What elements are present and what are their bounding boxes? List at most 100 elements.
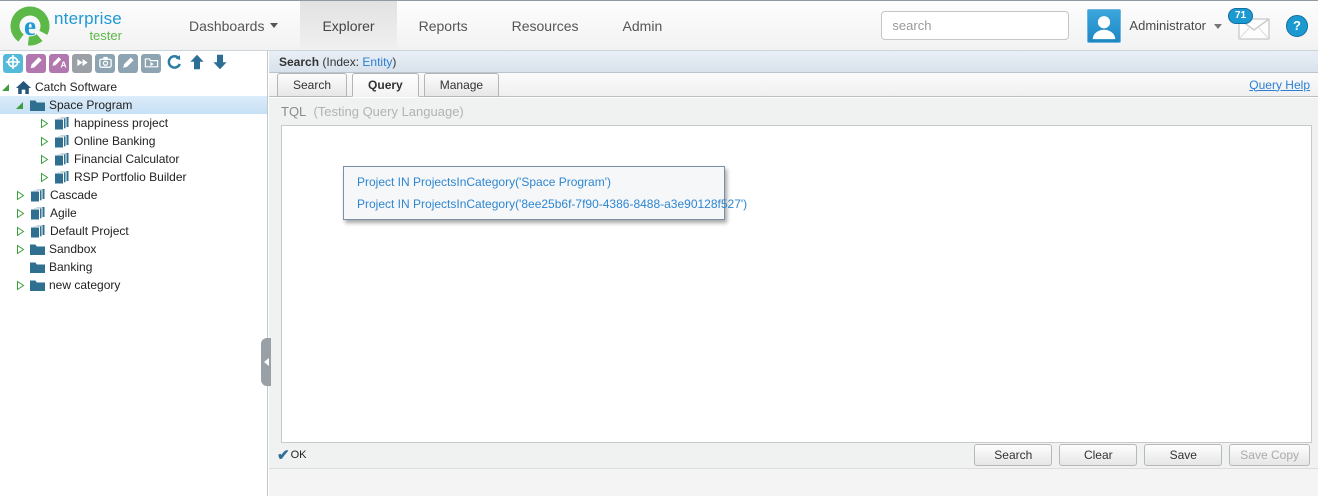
nav-item-reports[interactable]: Reports — [397, 1, 490, 50]
index-entity-link[interactable]: Entity — [362, 55, 392, 69]
pencil-icon — [29, 55, 44, 73]
nav-item-explorer[interactable]: Explorer — [300, 1, 396, 50]
collapsed-arrow-icon[interactable] — [16, 226, 27, 237]
tree-item-catch-software[interactable]: Catch Software — [0, 78, 267, 96]
move-up-button[interactable] — [187, 54, 207, 73]
logo-text: nterprise tester — [54, 10, 122, 42]
play-folder-icon — [144, 55, 159, 73]
collapsed-arrow-icon[interactable] — [40, 136, 51, 147]
collapsed-arrow-icon[interactable] — [16, 190, 27, 201]
tree-item-default-project[interactable]: Default Project — [0, 222, 267, 240]
search-input[interactable] — [881, 11, 1069, 40]
sidebar-collapse-handle[interactable] — [261, 338, 271, 386]
tree-item-label: RSP Portfolio Builder — [74, 168, 187, 186]
nav-label: Explorer — [322, 18, 374, 34]
panel-header: Search (Index: Entity) — [269, 51, 1318, 73]
rename-button[interactable]: A — [49, 54, 69, 73]
tree-item-rsp-portfolio-builder[interactable]: RSP Portfolio Builder — [0, 168, 267, 186]
tree-item-cascade[interactable]: Cascade — [0, 186, 267, 204]
logo-ring-icon: e — [8, 4, 52, 48]
camera-icon — [98, 55, 113, 73]
svg-text:A: A — [60, 59, 66, 69]
tree-item-banking[interactable]: Banking — [0, 258, 267, 276]
nav-item-admin[interactable]: Admin — [601, 1, 685, 50]
save-button[interactable]: Save — [1144, 444, 1222, 466]
main-panel: Search (Index: Entity) Search Query Mana… — [269, 51, 1318, 496]
collapsed-arrow-icon[interactable] — [16, 208, 27, 219]
tree-indent-spacer — [16, 262, 27, 273]
tree-toolbar: A — [0, 51, 267, 76]
edit-box-icon — [121, 55, 136, 73]
category-icon — [30, 261, 45, 273]
edit-box-button[interactable] — [118, 54, 138, 73]
nav-label: Dashboards — [189, 18, 265, 34]
check-icon: ✔ — [277, 446, 290, 464]
tree-item-label: Financial Calculator — [74, 150, 179, 168]
snapshot-button[interactable] — [95, 54, 115, 73]
person-icon — [1088, 10, 1120, 42]
refresh-icon — [166, 54, 183, 74]
project-icon — [54, 170, 70, 185]
refresh-button[interactable] — [164, 54, 184, 73]
project-icon — [30, 224, 46, 239]
tree-item-new-category[interactable]: new category — [0, 276, 267, 294]
move-down-button[interactable] — [210, 54, 230, 73]
svg-text:e: e — [24, 11, 36, 41]
query-help-link[interactable]: Query Help — [1249, 78, 1318, 92]
tab-manage[interactable]: Manage — [424, 73, 499, 97]
tree-item-happiness-project[interactable]: happiness project — [0, 114, 267, 132]
collapsed-arrow-icon[interactable] — [16, 280, 27, 291]
top-nav-bar: e nterprise tester Dashboards Explorer R… — [0, 1, 1318, 51]
expanded-arrow-icon[interactable] — [2, 82, 13, 93]
run-folder-button[interactable] — [141, 54, 161, 73]
tree-item-financial-calculator[interactable]: Financial Calculator — [0, 150, 267, 168]
chevron-down-icon — [270, 23, 278, 28]
tree-item-label: Cascade — [50, 186, 97, 204]
notification-badge: 71 — [1228, 8, 1253, 24]
tree-item-label: Banking — [49, 258, 92, 276]
edit-button[interactable] — [26, 54, 46, 73]
collapsed-arrow-icon[interactable] — [40, 172, 51, 183]
panel-title: Search — [279, 55, 319, 69]
autocomplete-item[interactable]: Project IN ProjectsInCategory('Space Pro… — [344, 171, 724, 193]
project-icon — [54, 152, 70, 167]
tree-item-online-banking[interactable]: Online Banking — [0, 132, 267, 150]
project-icon — [30, 206, 46, 221]
nav-item-dashboards[interactable]: Dashboards — [167, 1, 301, 50]
tab-search[interactable]: Search — [277, 73, 347, 97]
nav-item-resources[interactable]: Resources — [490, 1, 601, 50]
nav-right-cluster: Administrator 71 ? — [881, 1, 1318, 50]
tql-sublabel: (Testing Query Language) — [313, 104, 463, 119]
query-footer: ✔ OK Search Clear Save Save Copy — [269, 443, 1318, 467]
tree-item-sandbox[interactable]: Sandbox — [0, 240, 267, 258]
index-suffix: ) — [392, 55, 396, 69]
expanded-arrow-icon[interactable] — [16, 100, 27, 111]
query-tab-content: TQL (Testing Query Language) Project IN … — [269, 98, 1318, 496]
clear-button[interactable]: Clear — [1059, 444, 1137, 466]
tree-item-space-program[interactable]: Space Program — [0, 96, 267, 114]
help-button[interactable]: ? — [1286, 15, 1308, 37]
collapsed-arrow-icon[interactable] — [40, 118, 51, 129]
logo-brand-top: nterprise — [54, 10, 122, 27]
autocomplete-item[interactable]: Project IN ProjectsInCategory('8ee25b6f-… — [344, 193, 724, 215]
nav-label: Reports — [419, 18, 468, 34]
tab-query[interactable]: Query — [352, 73, 419, 97]
collapsed-arrow-icon[interactable] — [16, 244, 27, 255]
arrow-down-icon — [212, 54, 228, 73]
footer-buttons: Search Clear Save Save Copy — [967, 444, 1310, 466]
tree-item-label: Agile — [50, 204, 77, 222]
app-logo[interactable]: e nterprise tester — [0, 1, 132, 50]
tab-strip: Search Query Manage Query Help — [269, 73, 1318, 97]
tree-item-agile[interactable]: Agile — [0, 204, 267, 222]
chevron-down-icon[interactable] — [1214, 24, 1222, 29]
search-button[interactable]: Search — [974, 444, 1052, 466]
crosshair-button[interactable] — [3, 54, 23, 73]
user-name[interactable]: Administrator — [1129, 18, 1206, 33]
notifications-button[interactable]: 71 — [1238, 18, 1270, 40]
nav-label: Resources — [512, 18, 579, 34]
avatar[interactable] — [1087, 9, 1121, 43]
tree-item-label: Space Program — [49, 96, 132, 114]
move-button[interactable] — [72, 54, 92, 73]
tql-label: TQL — [281, 104, 306, 119]
collapsed-arrow-icon[interactable] — [40, 154, 51, 165]
